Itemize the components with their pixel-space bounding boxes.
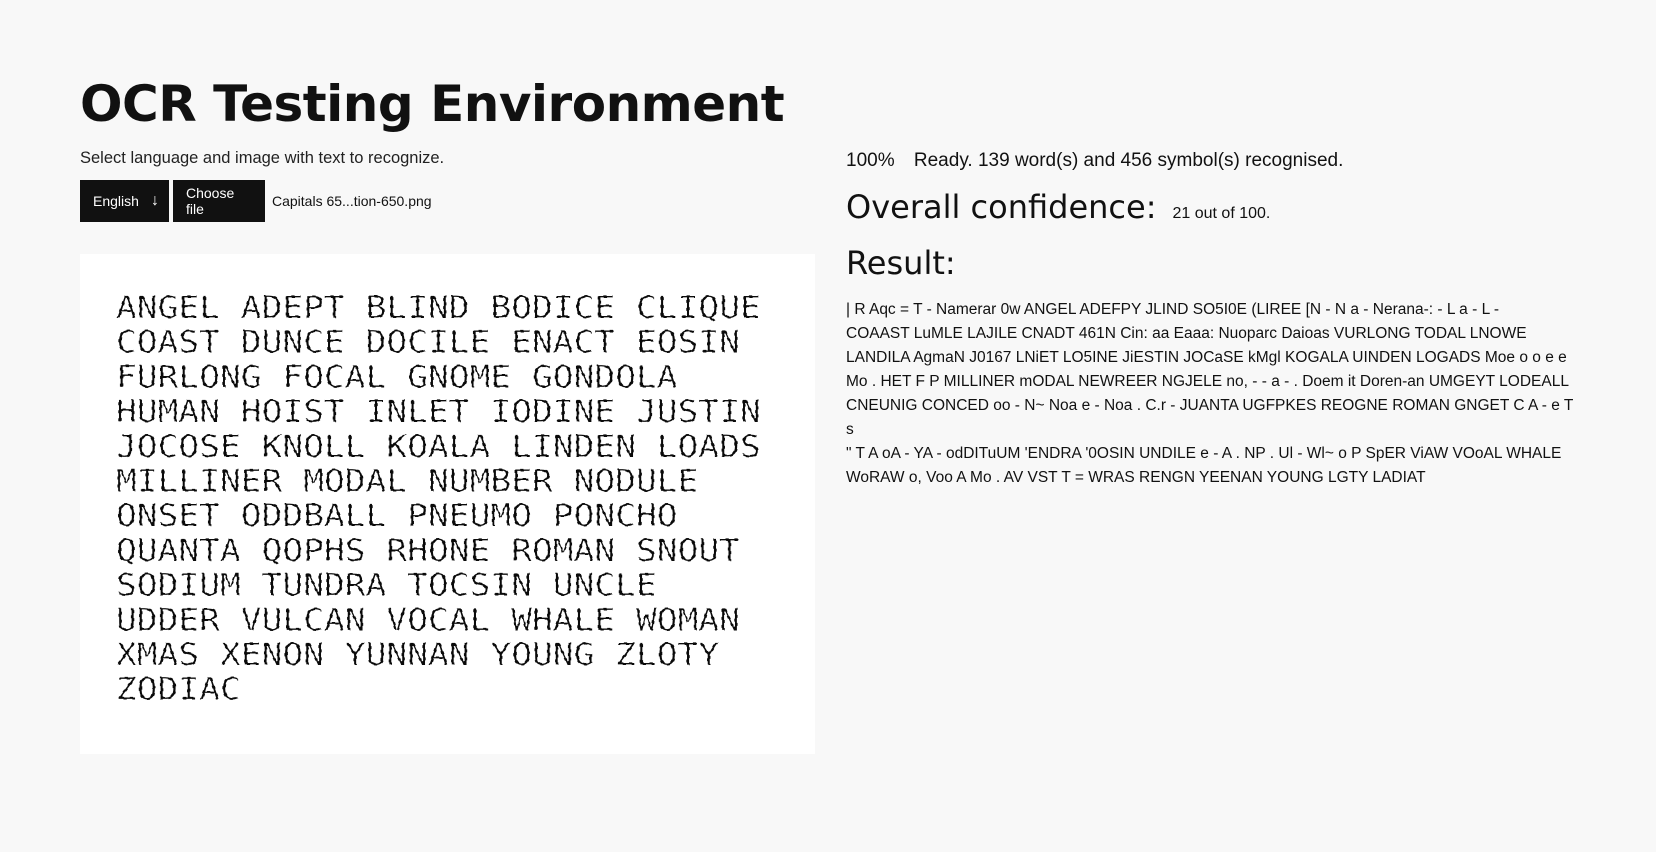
preview-text-line: ONSET ODDBALL PNEUMO PONCHO — [116, 498, 678, 534]
preview-text-line: XMAS XENON YUNNAN YOUNG ZLOTY — [116, 637, 720, 673]
arrow-down-icon: ↓ — [151, 192, 159, 209]
image-preview: ANGEL ADEPT BLIND BODICE CLIQUE COAST DUN… — [80, 254, 815, 754]
preview-text-line: JOCOSE KNOLL KOALA LINDEN LOADS — [116, 429, 761, 465]
preview-text-line: ANGEL ADEPT BLIND BODICE CLIQUE — [116, 290, 761, 326]
status-message: Ready. 139 word(s) and 456 symbol(s) rec… — [913, 150, 1344, 171]
confidence-row: Overall confidence: 21 out of 100. — [846, 188, 1270, 226]
preview-text-line: MILLINER MODAL NUMBER NODULE — [116, 464, 698, 500]
preview-text-line: HUMAN HOIST INLET IODINE JUSTIN — [116, 394, 761, 430]
page-subtitle: Select language and image with text to r… — [80, 149, 445, 167]
preview-text-line: COAST DUNCE DOCILE ENACT EOSIN — [116, 325, 740, 361]
preview-text-line: QUANTA QOPHS RHONE ROMAN SNOUT — [116, 533, 740, 569]
status-line: 100% Ready. 139 word(s) and 456 symbol(s… — [846, 150, 1343, 172]
selected-file-name: Capitals 65...tion-650.png — [272, 193, 432, 209]
progress-percent: 100% — [846, 150, 895, 171]
preview-text-line: ZODIAC — [116, 672, 241, 708]
language-select[interactable]: English ↓ — [80, 180, 169, 222]
preview-text-line: UDDER VULCAN VOCAL WHALE WOMAN — [116, 602, 740, 638]
confidence-heading: Overall confidence: — [846, 188, 1157, 226]
preview-text-line: SODIUM TUNDRA TOCSIN UNCLE — [116, 568, 657, 604]
preview-image: ANGEL ADEPT BLIND BODICE CLIQUECOAST DUN… — [115, 289, 761, 708]
result-text: | R Aqc = T - Namerar 0w ANGEL ADEFPY JL… — [846, 301, 1574, 486]
preview-text-line: FURLONG FOCAL GNOME GONDOLA — [116, 359, 678, 395]
ocr-page: OCR Testing Environment Select language … — [0, 0, 1656, 852]
result-heading: Result: — [846, 244, 956, 282]
language-select-label: English — [93, 193, 139, 209]
page-title: OCR Testing Environment — [80, 75, 785, 133]
confidence-value: 21 out of 100. — [1172, 205, 1271, 222]
choose-file-button[interactable]: Choose file — [173, 180, 265, 222]
controls-bar: English ↓ Choose file Capitals 65...tion… — [80, 180, 432, 222]
